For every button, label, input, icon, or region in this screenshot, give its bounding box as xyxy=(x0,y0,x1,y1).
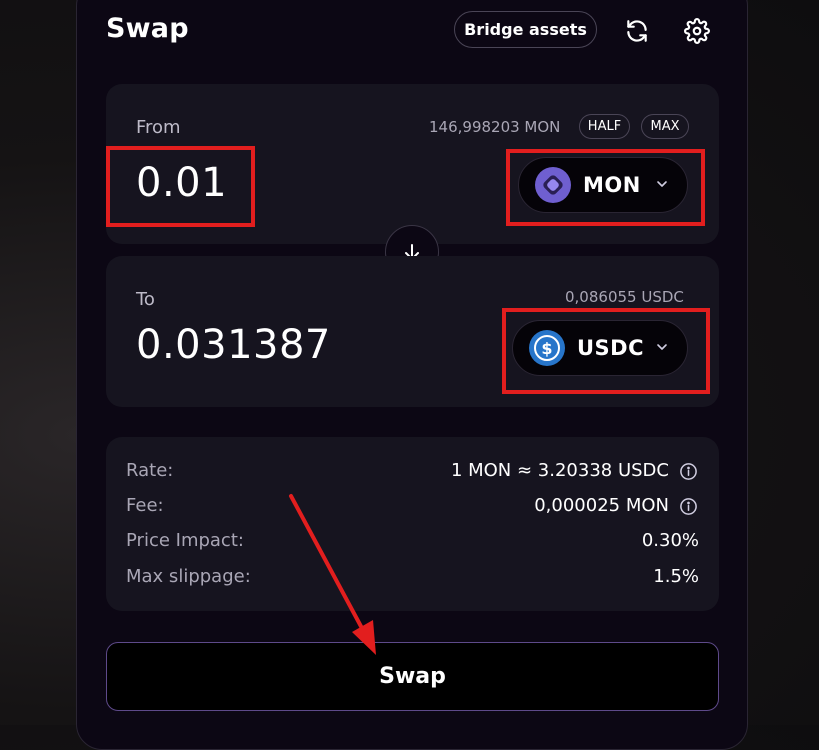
price-impact-value: 0.30% xyxy=(641,530,699,551)
refresh-icon xyxy=(627,20,647,42)
usdc-token-icon: $ xyxy=(529,330,565,366)
max-slippage-value: 1.5% xyxy=(653,566,699,587)
half-button[interactable]: HALF xyxy=(579,114,630,139)
to-amount: 0.031387 xyxy=(136,322,331,368)
info-icon[interactable] xyxy=(679,462,698,481)
to-balance: 0,086055 USDC xyxy=(565,288,684,306)
page-title: Swap xyxy=(106,13,189,44)
from-label: From xyxy=(136,117,181,138)
fee-label: Fee: xyxy=(126,495,164,516)
from-amount-input[interactable]: 0.01 xyxy=(136,160,227,206)
mon-token-icon xyxy=(535,167,571,203)
swap-button[interactable]: Swap xyxy=(106,642,719,711)
svg-text:$: $ xyxy=(541,339,552,358)
rate-label: Rate: xyxy=(126,460,174,481)
bridge-assets-button[interactable]: Bridge assets xyxy=(454,11,597,48)
info-icon[interactable] xyxy=(679,497,698,516)
max-slippage-label: Max slippage: xyxy=(126,566,251,587)
chevron-down-icon xyxy=(657,344,667,350)
from-token-name: MON xyxy=(583,173,641,197)
gear-icon xyxy=(684,18,710,44)
from-balance: 146,998203 MON xyxy=(429,118,561,136)
fee-value: 0,000025 MON xyxy=(534,495,669,516)
to-token-name: USDC xyxy=(577,336,645,360)
from-token-select[interactable]: MON xyxy=(518,157,688,213)
refresh-button[interactable] xyxy=(622,16,652,46)
settings-button[interactable] xyxy=(682,16,712,46)
price-impact-label: Price Impact: xyxy=(126,530,244,551)
max-button[interactable]: MAX xyxy=(641,114,689,139)
to-label: To xyxy=(136,289,155,310)
rate-value: 1 MON ≈ 3.20338 USDC xyxy=(450,460,669,481)
chevron-down-icon xyxy=(657,181,667,187)
to-token-select[interactable]: $ USDC xyxy=(512,320,688,376)
